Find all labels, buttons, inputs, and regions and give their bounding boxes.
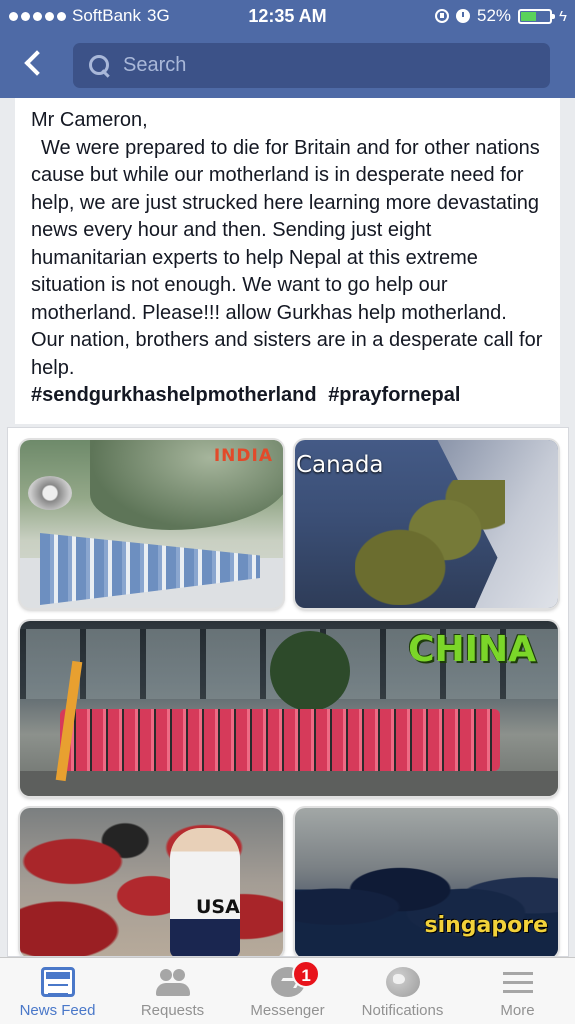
post-photo-collage[interactable]: INDIA Canada CHINA USA singapore	[7, 427, 569, 957]
battery-icon	[518, 8, 556, 24]
post-body: We were prepared to die for Britain and …	[31, 136, 543, 379]
photo-caption: singapore	[424, 913, 548, 938]
news-feed-icon	[40, 967, 75, 997]
soldiers	[355, 480, 505, 605]
hashtag-link[interactable]: #sendgurkhashelpmotherland	[31, 384, 317, 406]
tree	[270, 631, 350, 711]
back-button[interactable]	[18, 48, 50, 80]
status-right: 52% ϟ	[435, 6, 567, 26]
photo-canada[interactable]: Canada	[295, 440, 558, 608]
status-bar: SoftBank 3G 12:35 AM 52% ϟ	[0, 0, 575, 33]
photo-caption: Canada	[296, 452, 384, 478]
photo-china[interactable]: CHINA	[20, 621, 558, 796]
tab-notifications[interactable]: Notifications	[345, 958, 460, 1024]
tab-news-feed[interactable]: News Feed	[0, 958, 115, 1024]
photo-india[interactable]: INDIA	[20, 440, 283, 608]
chevron-left-icon	[24, 50, 50, 76]
rescue-team	[60, 709, 500, 771]
menu-icon	[501, 967, 535, 997]
rescue-worker	[170, 828, 240, 956]
post-card: Mr Cameron, We were prepared to die for …	[15, 98, 560, 424]
tab-label: Notifications	[361, 1002, 444, 1019]
photo-singapore[interactable]: singapore	[295, 808, 558, 956]
photo-caption: CHINA	[408, 629, 536, 670]
search-placeholder: Search	[123, 54, 187, 76]
alarm-icon	[456, 9, 471, 23]
tab-label: More	[500, 1002, 535, 1019]
globe-icon	[385, 967, 420, 997]
search-icon	[89, 54, 111, 77]
tab-messenger[interactable]: 1 Messenger	[230, 958, 345, 1024]
photo-usa[interactable]: USA	[20, 808, 283, 956]
post-greeting: Mr Cameron,	[31, 109, 148, 131]
tab-bar: News Feed Requests 1 Messenger Notificat…	[0, 957, 575, 1024]
battery-percent: 52%	[477, 6, 512, 25]
luggage-bags	[20, 820, 283, 956]
tab-label: News Feed	[19, 1002, 96, 1019]
officers	[295, 844, 558, 956]
aircraft-engine	[28, 476, 72, 510]
top-bar: SoftBank 3G 12:35 AM 52% ϟ Search	[0, 0, 575, 98]
photo-caption: USA	[196, 896, 240, 918]
nav-bar: Search	[0, 38, 575, 94]
hashtag-link[interactable]: #prayfornepal	[328, 384, 460, 406]
notification-badge: 1	[292, 960, 321, 988]
search-input[interactable]: Search	[73, 43, 550, 88]
tab-label: Messenger	[250, 1002, 325, 1019]
tab-more[interactable]: More	[460, 958, 575, 1024]
friend-requests-icon	[155, 967, 190, 997]
tab-label: Requests	[140, 1002, 205, 1019]
photo-caption: INDIA	[213, 446, 273, 466]
tab-requests[interactable]: Requests	[115, 958, 230, 1024]
orientation-lock-icon	[435, 9, 450, 23]
charging-icon: ϟ	[559, 7, 567, 25]
post-hashtags: #sendgurkhashelpmotherland #prayfornepal	[31, 382, 544, 410]
post-text: Mr Cameron, We were prepared to die for …	[15, 98, 560, 410]
ground	[20, 771, 558, 796]
